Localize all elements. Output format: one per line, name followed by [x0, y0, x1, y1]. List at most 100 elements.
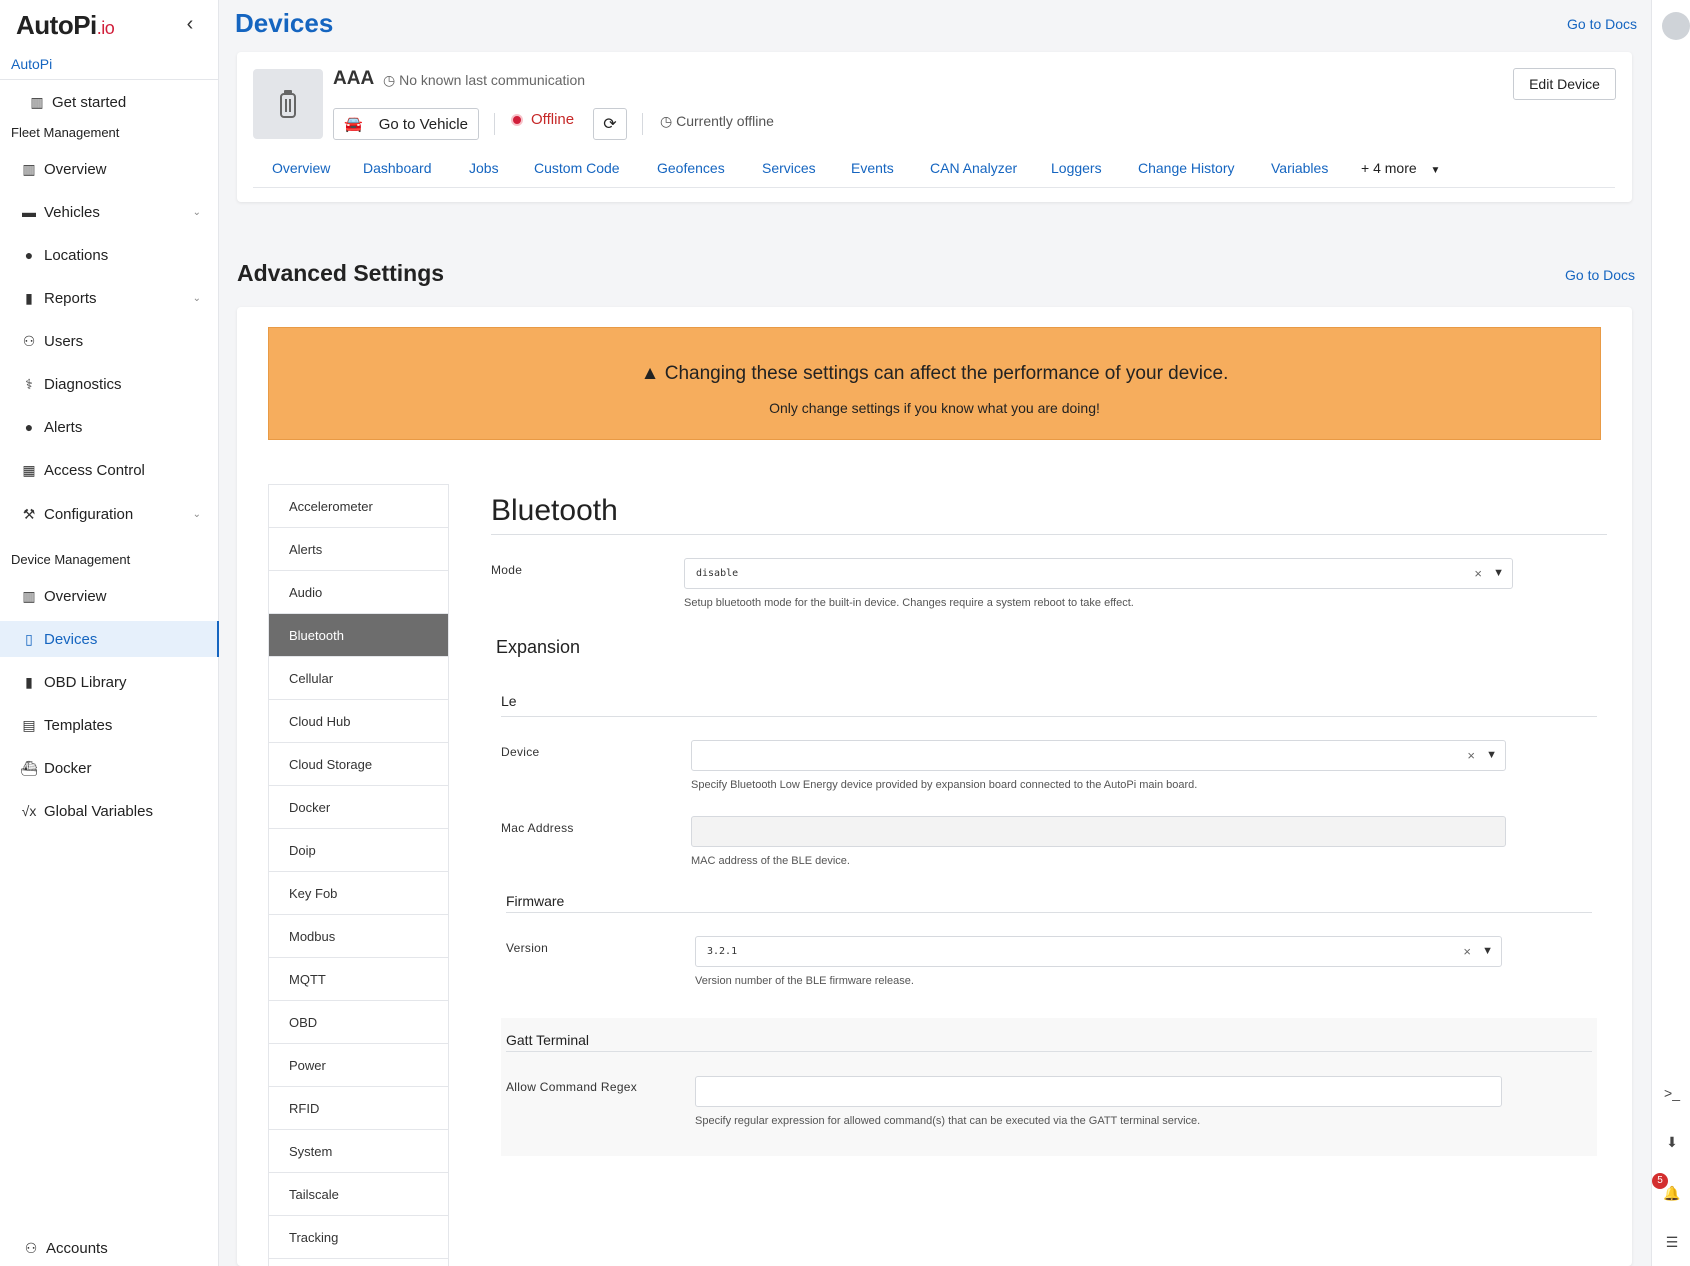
- avatar[interactable]: [1662, 12, 1690, 40]
- nav-docker[interactable]: ⛴ Docker: [0, 750, 219, 786]
- menu-item-bluetooth[interactable]: Bluetooth: [269, 614, 448, 657]
- nav-label: Configuration: [44, 505, 134, 523]
- menu-item-cloud-hub[interactable]: Cloud Hub: [269, 700, 448, 743]
- divider: [642, 113, 643, 135]
- nav-label: Docker: [44, 759, 92, 777]
- mac-address-help: MAC address of the BLE device.: [691, 855, 850, 867]
- device-select[interactable]: × ▼: [691, 740, 1506, 771]
- menu-item-tracking[interactable]: Tracking: [269, 1216, 448, 1259]
- chart-icon: ▥: [22, 587, 36, 604]
- caret-down-icon[interactable]: ▼: [1493, 567, 1504, 579]
- nav-locations[interactable]: ● Locations: [0, 237, 219, 273]
- clock-icon: ◷: [383, 72, 396, 88]
- nav-fleet-overview[interactable]: ▥ Overview: [0, 151, 219, 187]
- section-fleet-management: Fleet Management: [11, 125, 120, 140]
- clear-icon[interactable]: ×: [1463, 944, 1471, 959]
- variable-icon: √x: [21, 803, 37, 819]
- tab-custom-code[interactable]: Custom Code: [534, 160, 620, 176]
- mode-value: disable: [696, 568, 739, 579]
- divider: [494, 113, 495, 135]
- go-to-docs-link-advanced[interactable]: Go to Docs: [1565, 267, 1635, 283]
- users-icon: ⚇: [24, 1239, 38, 1256]
- nav-diagnostics[interactable]: ⚕ Diagnostics: [0, 366, 219, 402]
- tab-overview[interactable]: Overview: [272, 160, 330, 176]
- allow-command-regex-label: Allow Command Regex: [506, 1080, 638, 1094]
- terminal-icon[interactable]: >_: [1663, 1085, 1681, 1103]
- menu-item-modbus[interactable]: Modbus: [269, 915, 448, 958]
- nav-label: Access Control: [44, 461, 145, 479]
- nav-device-overview[interactable]: ▥ Overview: [0, 578, 219, 614]
- clear-icon[interactable]: ×: [1474, 566, 1482, 581]
- mode-label: Mode: [491, 563, 523, 577]
- tab-services[interactable]: Services: [762, 160, 816, 176]
- tab-geofences[interactable]: Geofences: [657, 160, 725, 176]
- device-icon: ▯: [25, 630, 33, 647]
- bell-icon[interactable]: 🔔: [1663, 1185, 1681, 1203]
- menu-item-mqtt[interactable]: MQTT: [269, 958, 448, 1001]
- nav-get-started[interactable]: ▥ Get started: [0, 84, 219, 120]
- menu-item-power[interactable]: Power: [269, 1044, 448, 1087]
- chevron-down-icon: ⌄: [192, 292, 201, 304]
- tab-loggers[interactable]: Loggers: [1051, 160, 1102, 176]
- tab-can-analyzer[interactable]: CAN Analyzer: [930, 160, 1017, 176]
- allow-command-regex-input[interactable]: [695, 1076, 1502, 1107]
- device-name: AAA: [333, 68, 375, 89]
- tab-dashboard[interactable]: Dashboard: [363, 160, 432, 176]
- org-link[interactable]: AutoPi: [11, 56, 52, 72]
- menu-item-doip[interactable]: Doip: [269, 829, 448, 872]
- nav-reports[interactable]: ▮ Reports ⌄: [0, 280, 219, 316]
- nav-label: Alerts: [44, 418, 83, 436]
- menu-item-obd[interactable]: OBD: [269, 1001, 448, 1044]
- mode-select[interactable]: disable × ▼: [684, 558, 1513, 589]
- autopi-logo[interactable]: AutoPi.io: [16, 10, 115, 41]
- nav-label: Devices: [44, 630, 98, 648]
- refresh-button[interactable]: ⟳: [593, 108, 627, 140]
- nav-vehicles[interactable]: ▬ Vehicles ⌄: [0, 194, 219, 230]
- clock-icon: ◷: [660, 113, 673, 129]
- nav-accounts[interactable]: ⚇ Accounts: [0, 1230, 219, 1266]
- go-to-vehicle-button[interactable]: 🚘 Go to Vehicle: [333, 108, 479, 140]
- page-title: Devices: [235, 8, 334, 38]
- tab-events[interactable]: Events: [851, 160, 894, 176]
- menu-item-docker[interactable]: Docker: [269, 786, 448, 829]
- nav-configuration[interactable]: ⚒ Configuration ⌄: [0, 496, 219, 532]
- nav-obd-library[interactable]: ▮ OBD Library: [0, 664, 219, 700]
- collapse-sidebar-button[interactable]: ‹: [180, 12, 200, 36]
- nav-users[interactable]: ⚇ Users: [0, 323, 219, 359]
- menu-item-tailscale[interactable]: Tailscale: [269, 1173, 448, 1216]
- version-select[interactable]: 3.2.1 × ▼: [695, 936, 1502, 967]
- caret-down-icon[interactable]: ▼: [1486, 749, 1497, 761]
- tab-jobs[interactable]: Jobs: [469, 160, 499, 176]
- menu-item-system[interactable]: System: [269, 1130, 448, 1173]
- nav-access-control[interactable]: ▦ Access Control: [0, 452, 219, 488]
- section-title: Bluetooth: [491, 494, 618, 527]
- docker-icon: ⛴: [20, 759, 38, 776]
- tab-more-dropdown[interactable]: + 4 more ▼: [1361, 160, 1440, 176]
- version-value: 3.2.1: [707, 946, 738, 957]
- caret-down-icon[interactable]: ▼: [1482, 945, 1493, 957]
- menu-item-alerts[interactable]: Alerts: [269, 528, 448, 571]
- checklist-icon[interactable]: ☰: [1663, 1234, 1681, 1252]
- menu-item-accelerometer[interactable]: Accelerometer: [269, 485, 448, 528]
- clear-icon[interactable]: ×: [1467, 748, 1475, 763]
- divider: [491, 534, 1607, 535]
- go-to-docs-link[interactable]: Go to Docs: [1567, 16, 1637, 32]
- warning-title: ▲ Changing these settings can affect the…: [269, 363, 1600, 385]
- menu-item-cloud-storage[interactable]: Cloud Storage: [269, 743, 448, 786]
- device-help: Specify Bluetooth Low Energy device prov…: [691, 779, 1198, 791]
- edit-device-button[interactable]: Edit Device: [1513, 68, 1616, 100]
- nav-global-variables[interactable]: √x Global Variables: [0, 793, 219, 829]
- menu-item-key-fob[interactable]: Key Fob: [269, 872, 448, 915]
- nav-devices[interactable]: ▯ Devices: [0, 621, 219, 657]
- tab-variables[interactable]: Variables: [1271, 160, 1328, 176]
- nav-alerts[interactable]: ● Alerts: [0, 409, 219, 445]
- gatt-terminal-heading: Gatt Terminal: [506, 1032, 589, 1048]
- menu-item-rfid[interactable]: RFID: [269, 1087, 448, 1130]
- device-icon: [280, 90, 296, 118]
- menu-item-audio[interactable]: Audio: [269, 571, 448, 614]
- nav-templates[interactable]: ▤ Templates: [0, 707, 219, 743]
- tab-change-history[interactable]: Change History: [1138, 160, 1235, 176]
- device-thumbnail: [253, 69, 323, 139]
- download-icon[interactable]: ⬇: [1663, 1134, 1681, 1152]
- menu-item-cellular[interactable]: Cellular: [269, 657, 448, 700]
